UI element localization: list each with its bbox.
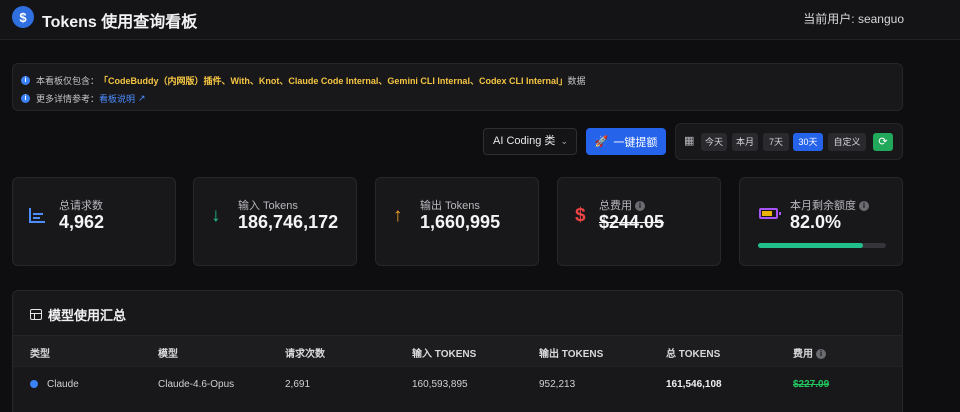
cell-output-tokens: 952,213 — [539, 379, 576, 390]
stat-card-quota: 本月剩余额度 i 82.0% — [739, 177, 903, 266]
column-header-model[interactable]: 模型 — [158, 345, 178, 360]
one-click-boost-label: 一键提额 — [613, 136, 658, 149]
column-header-output-tokens[interactable]: 输出 TOKENS — [539, 345, 603, 360]
bar-chart-icon — [29, 208, 45, 223]
one-click-boost-button[interactable]: 🚀 一键提额 — [586, 128, 666, 155]
refresh-icon[interactable]: ⟳ — [873, 133, 893, 151]
info-docs-line: i 更多详情参考： 看板说明 ↗ — [21, 92, 146, 105]
info-icon: i — [21, 94, 30, 103]
stat-card-input-tokens: ↓ 输入 Tokens 186,746,172 — [193, 177, 357, 266]
stat-card-output-tokens: ↑ 输出 Tokens 1,660,995 — [375, 177, 539, 266]
stat-card-requests: 总请求数 4,962 — [12, 177, 176, 266]
table-row[interactable]: Claude Claude-4.6-Opus 2,691 160,593,895… — [13, 366, 902, 402]
quota-progress-fill — [758, 243, 863, 248]
range-today-button[interactable]: 今天 — [701, 133, 727, 151]
dollar-icon: $ — [575, 205, 586, 226]
stat-label-text: 本月剩余额度 — [790, 200, 856, 212]
stat-label: 本月剩余额度 i — [790, 197, 869, 213]
column-header-total-tokens[interactable]: 总 TOKENS — [666, 345, 720, 360]
rocket-icon: 🚀 — [594, 136, 609, 148]
category-select[interactable]: AI Coding 类 ⌄ — [483, 128, 577, 155]
cell-model: Claude-4.6-Opus — [158, 379, 235, 390]
battery-icon — [759, 208, 781, 219]
stat-label: 总费用 i — [599, 197, 645, 213]
stat-label: 输入 Tokens — [238, 200, 298, 212]
model-usage-panel: 模型使用汇总 类型 模型 请求次数 输入 TOKENS 输出 TOKENS 总 … — [12, 290, 903, 412]
range-30d-button[interactable]: 30天 — [793, 133, 823, 151]
info-scope-products: 「CodeBuddy（内网版）插件、With、Knot、Claude Code … — [99, 76, 568, 86]
cell-requests: 2,691 — [285, 379, 311, 390]
info-scope-line: i 本看板仅包含： 「CodeBuddy（内网版）插件、With、Knot、Cl… — [21, 74, 585, 87]
calendar-icon: ▦ — [684, 135, 695, 147]
stat-value: 82.0% — [790, 212, 842, 232]
range-7d-button[interactable]: 7天 — [763, 133, 789, 151]
stat-value: $244.05 — [599, 212, 665, 232]
column-header-requests[interactable]: 请求次数 — [285, 345, 325, 360]
arrow-down-icon: ↓ — [211, 205, 221, 226]
cell-type: Claude — [30, 379, 79, 390]
cell-cost: $227.09 — [793, 379, 830, 390]
cell-total-tokens: 161,546,108 — [666, 379, 722, 390]
help-icon[interactable]: i — [635, 201, 645, 212]
stat-label: 总请求数 — [59, 200, 103, 212]
stat-label: 输出 Tokens — [420, 200, 480, 212]
dollar-logo-icon: $ — [12, 6, 34, 28]
info-icon: i — [21, 76, 30, 85]
table-icon — [30, 309, 42, 320]
info-scope-suffix: 数据 — [567, 76, 586, 86]
info-scope-prefix: 本看板仅包含： — [36, 76, 100, 86]
current-user-label: 当前用户: seanguo — [803, 12, 904, 26]
dashboard-docs-link[interactable]: 看板说明 — [99, 92, 135, 105]
help-icon[interactable]: i — [816, 349, 826, 360]
panel-title: 模型使用汇总 — [30, 305, 126, 324]
app-title: Tokens 使用查询看板 — [42, 14, 198, 31]
stat-label-text: 总费用 — [599, 200, 632, 212]
top-bar: $ Tokens 使用查询看板 当前用户: seanguo — [0, 0, 960, 40]
category-select-value: AI Coding 类 — [493, 135, 556, 147]
stat-value: 186,746,172 — [238, 212, 339, 232]
stat-value: 4,962 — [59, 212, 105, 232]
stat-card-total-cost: $ 总费用 i $244.05 — [557, 177, 721, 266]
info-docs-prefix: 更多详情参考： — [36, 94, 100, 104]
column-header-cost[interactable]: 费用 i — [793, 345, 826, 360]
help-icon[interactable]: i — [859, 201, 869, 212]
column-header-input-tokens[interactable]: 输入 TOKENS — [412, 345, 476, 360]
quota-progress-bar — [758, 243, 886, 248]
chevron-down-icon: ⌄ — [560, 136, 568, 146]
column-header-cost-text: 费用 — [793, 349, 813, 360]
external-link-icon[interactable]: ↗ — [138, 93, 146, 104]
cell-input-tokens: 160,593,895 — [412, 379, 468, 390]
table-header: 类型 模型 请求次数 输入 TOKENS 输出 TOKENS 总 TOKENS … — [13, 335, 902, 366]
info-notice: i 本看板仅包含： 「CodeBuddy（内网版）插件、With、Knot、Cl… — [12, 63, 903, 111]
range-month-button[interactable]: 本月 — [732, 133, 758, 151]
arrow-up-icon: ↑ — [393, 205, 403, 226]
type-dot-icon — [30, 380, 38, 388]
date-range-picker: ▦ 今天 本月 7天 30天 自定义 ⟳ — [675, 123, 903, 160]
panel-title-text: 模型使用汇总 — [48, 308, 127, 323]
column-header-type[interactable]: 类型 — [30, 345, 50, 360]
stat-value: 1,660,995 — [420, 212, 501, 232]
cell-type-text: Claude — [47, 379, 79, 390]
range-custom-button[interactable]: 自定义 — [828, 133, 866, 151]
